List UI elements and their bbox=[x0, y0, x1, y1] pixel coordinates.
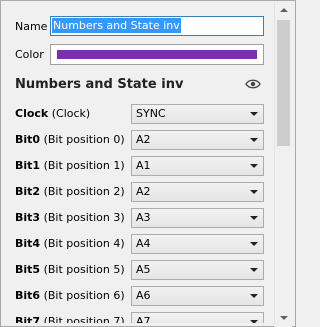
row-detail: (Bit position 7) bbox=[40, 315, 125, 323]
row-label-bit4: Bit4 (Bit position 4) bbox=[15, 237, 125, 250]
chevron-down-icon bbox=[250, 294, 258, 298]
arrow-down-icon bbox=[280, 316, 288, 320]
color-label: Color bbox=[15, 48, 44, 61]
dropdown-value: SYNC bbox=[136, 107, 166, 120]
row-name: Bit2 bbox=[15, 185, 41, 198]
row-detail: (Bit position 6) bbox=[40, 289, 125, 302]
dropdown-bit6[interactable]: A6 bbox=[131, 286, 264, 306]
chevron-down-icon bbox=[250, 164, 258, 168]
row-detail: (Bit position 5) bbox=[40, 263, 125, 276]
chevron-down-icon bbox=[250, 112, 258, 116]
name-input[interactable]: Numbers and State inv bbox=[50, 16, 264, 36]
dropdown-bit3[interactable]: A3 bbox=[131, 208, 264, 228]
row-name: Bit4 bbox=[15, 237, 41, 250]
row-name: Bit7 bbox=[15, 315, 41, 323]
scrollbar-thumb[interactable] bbox=[277, 20, 290, 146]
chevron-down-icon bbox=[250, 216, 258, 220]
properties-panel: Name Numbers and State inv Color Numbers… bbox=[0, 0, 296, 327]
chevron-down-icon bbox=[250, 242, 258, 246]
chevron-down-icon bbox=[250, 138, 258, 142]
scroll-down-button[interactable] bbox=[275, 310, 292, 327]
dropdown-value: A4 bbox=[136, 237, 151, 250]
row-name: Bit5 bbox=[15, 263, 41, 276]
dropdown-bit5[interactable]: A5 bbox=[131, 260, 264, 280]
row-name: Bit1 bbox=[15, 159, 41, 172]
dropdown-value: A2 bbox=[136, 133, 151, 146]
color-swatch bbox=[57, 50, 257, 59]
eye-icon[interactable] bbox=[245, 78, 261, 90]
arrow-up-icon bbox=[280, 8, 288, 12]
row-detail: (Bit position 0) bbox=[40, 133, 125, 146]
color-picker[interactable] bbox=[50, 44, 264, 65]
dropdown-bit4[interactable]: A4 bbox=[131, 234, 264, 254]
scroll-up-button[interactable] bbox=[275, 2, 292, 19]
row-label-bit7: Bit7 (Bit position 7) bbox=[15, 315, 125, 323]
name-input-value: Numbers and State inv bbox=[52, 18, 181, 33]
dropdown-value: A6 bbox=[136, 289, 151, 302]
dropdown-value: A2 bbox=[136, 185, 151, 198]
row-label-bit1: Bit1 (Bit position 1) bbox=[15, 159, 125, 172]
row-detail: (Bit position 3) bbox=[40, 211, 125, 224]
row-label-bit0: Bit0 (Bit position 0) bbox=[15, 133, 125, 146]
name-label: Name bbox=[15, 20, 48, 33]
chevron-down-icon bbox=[250, 268, 258, 272]
panel-content: Name Numbers and State inv Color Numbers… bbox=[1, 1, 273, 323]
chevron-down-icon bbox=[250, 320, 258, 323]
row-name: Clock bbox=[15, 107, 49, 120]
chevron-down-icon bbox=[250, 190, 258, 194]
row-detail: (Bit position 1) bbox=[40, 159, 125, 172]
row-name: Bit6 bbox=[15, 289, 41, 302]
row-detail: (Bit position 4) bbox=[40, 237, 125, 250]
dropdown-clock[interactable]: SYNC bbox=[131, 104, 264, 124]
dropdown-value: A1 bbox=[136, 159, 151, 172]
row-label-bit3: Bit3 (Bit position 3) bbox=[15, 211, 125, 224]
row-label-bit2: Bit2 (Bit position 2) bbox=[15, 185, 125, 198]
row-name: Bit0 bbox=[15, 133, 41, 146]
dropdown-bit7[interactable]: A7 bbox=[131, 312, 264, 323]
row-name: Bit3 bbox=[15, 211, 41, 224]
vertical-scrollbar[interactable] bbox=[274, 2, 292, 327]
dropdown-bit2[interactable]: A2 bbox=[131, 182, 264, 202]
row-label-bit5: Bit5 (Bit position 5) bbox=[15, 263, 125, 276]
dropdown-value: A7 bbox=[136, 315, 151, 323]
row-label-clock: Clock (Clock) bbox=[15, 107, 90, 120]
dropdown-value: A5 bbox=[136, 263, 151, 276]
row-detail: (Clock) bbox=[48, 107, 91, 120]
row-detail: (Bit position 2) bbox=[40, 185, 125, 198]
dropdown-value: A3 bbox=[136, 211, 151, 224]
dropdown-bit1[interactable]: A1 bbox=[131, 156, 264, 176]
row-label-bit6: Bit6 (Bit position 6) bbox=[15, 289, 125, 302]
section-title: Numbers and State inv bbox=[15, 77, 184, 92]
dropdown-bit0[interactable]: A2 bbox=[131, 130, 264, 150]
